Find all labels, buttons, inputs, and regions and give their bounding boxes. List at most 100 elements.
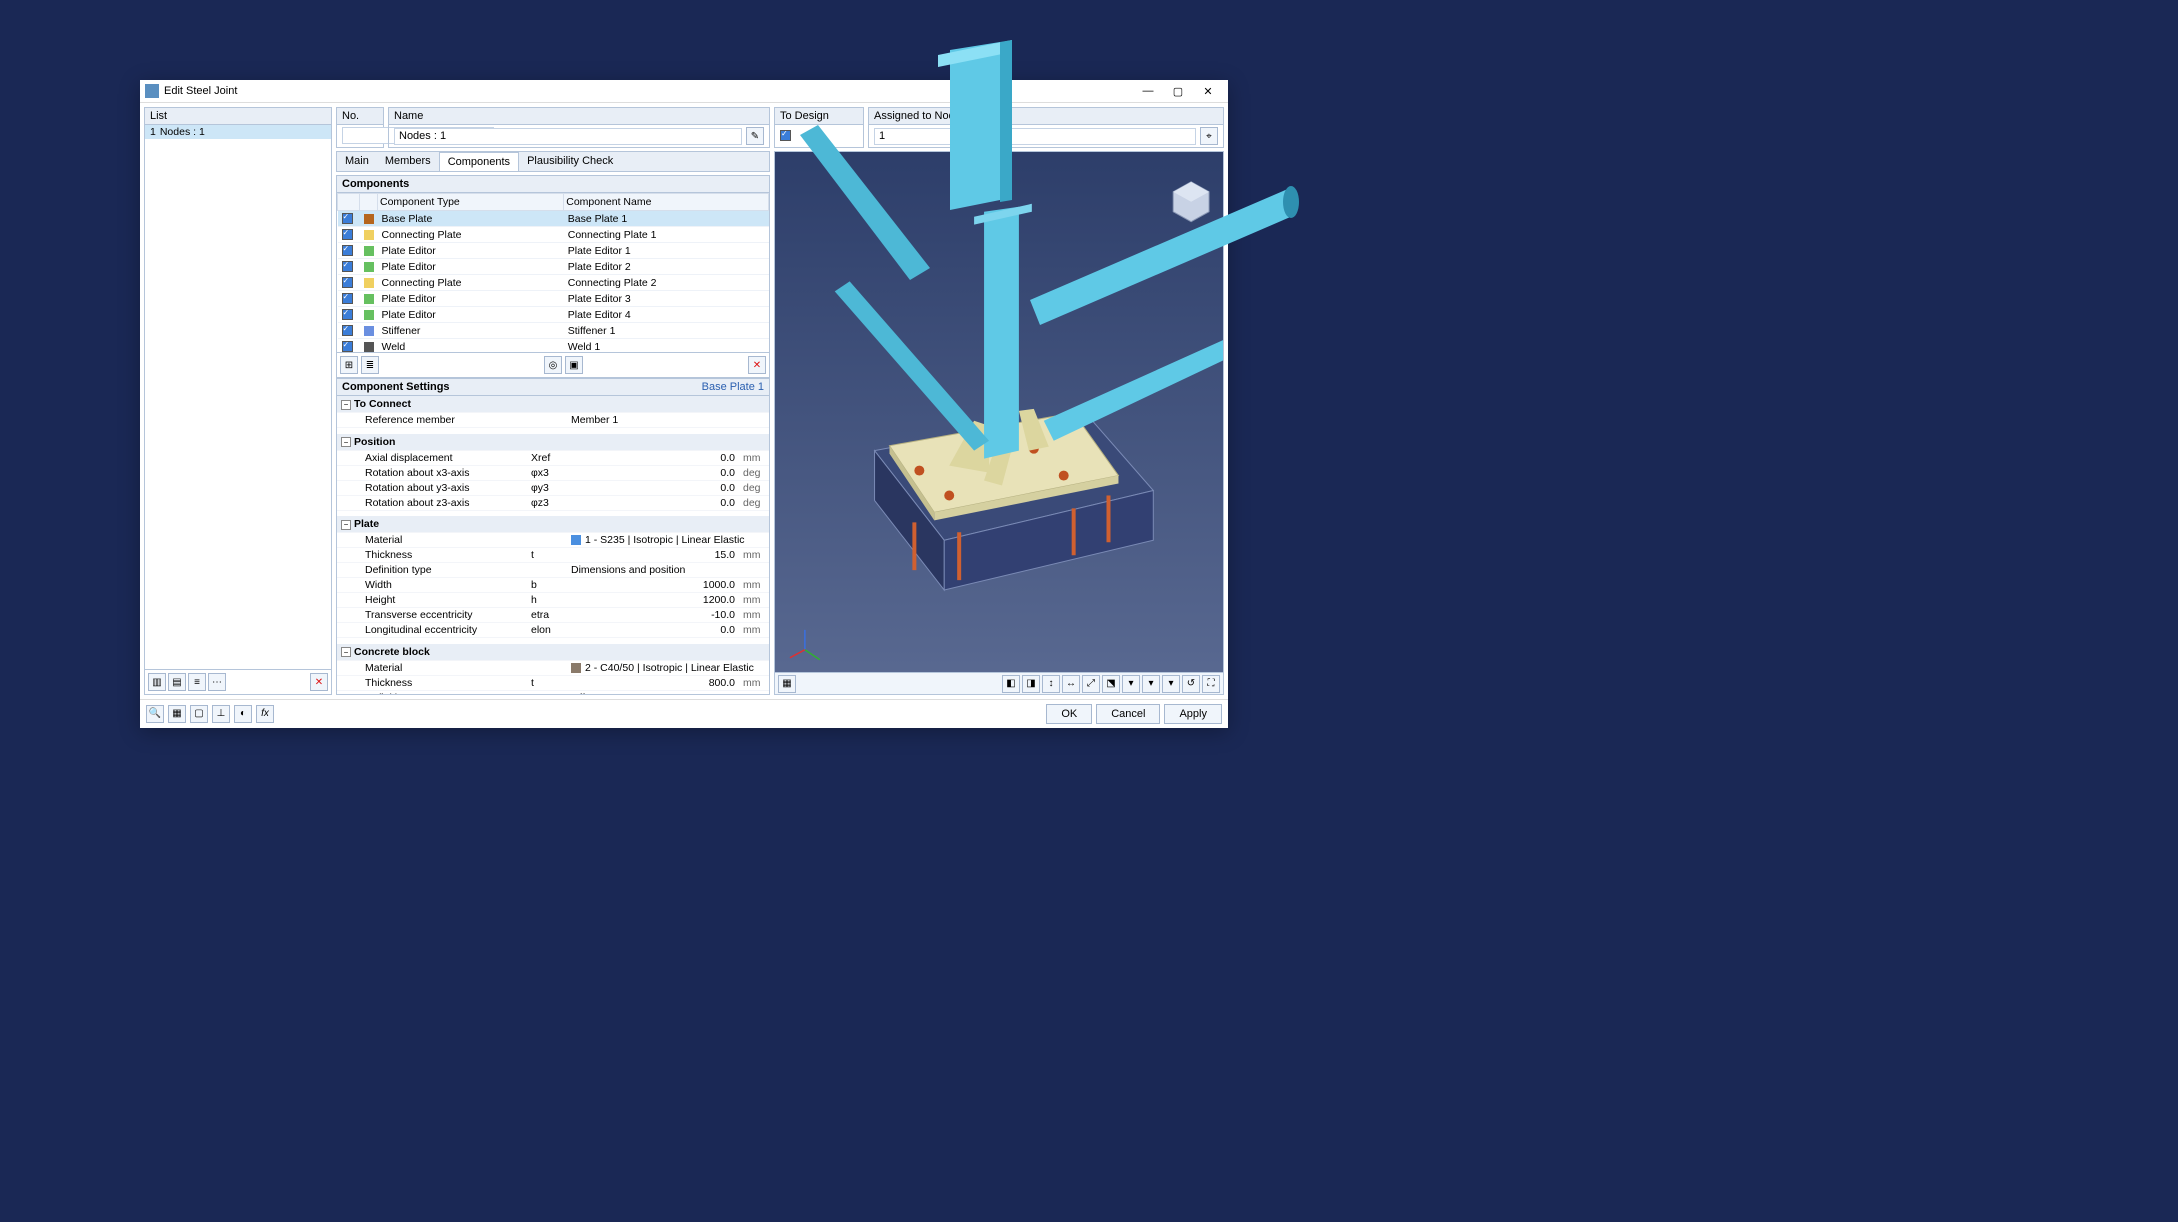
todesign-checkbox[interactable]	[780, 130, 791, 141]
delete-icon[interactable]: ✕	[310, 673, 328, 691]
color-swatch	[364, 326, 374, 336]
row-checkbox[interactable]	[342, 325, 353, 336]
comp-type: Plate Editor	[378, 291, 564, 307]
vp-xy-icon[interactable]: ↕	[1042, 675, 1060, 693]
param-symbol: φy3	[527, 480, 567, 495]
tab-plausibility[interactable]: Plausibility Check	[519, 152, 621, 171]
vp-isolate-icon[interactable]: ▦	[778, 675, 796, 693]
cancel-button[interactable]: Cancel	[1096, 704, 1160, 724]
row-checkbox[interactable]	[342, 245, 353, 256]
component-row[interactable]: Plate EditorPlate Editor 4	[338, 307, 769, 323]
param-value[interactable]: 1200.0	[567, 593, 739, 608]
collapse-icon[interactable]: −	[341, 647, 351, 657]
param-label: Height	[337, 593, 527, 608]
foot-zoom-icon[interactable]: 🔍	[146, 705, 164, 723]
close-button[interactable]: ✕	[1193, 85, 1223, 98]
param-value[interactable]: 0.0	[567, 623, 739, 638]
tab-members[interactable]: Members	[377, 152, 439, 171]
param-value[interactable]: 0.0	[567, 480, 739, 495]
param-value[interactable]: Member 1	[567, 413, 769, 428]
row-checkbox[interactable]	[342, 213, 353, 224]
vp-xz-icon[interactable]: ↔	[1062, 675, 1080, 693]
param-value[interactable]: 0.0	[567, 450, 739, 465]
pick-node-icon[interactable]: ⌖	[1200, 127, 1218, 145]
component-row[interactable]: Plate EditorPlate Editor 3	[338, 291, 769, 307]
row-checkbox[interactable]	[342, 293, 353, 304]
comp-lib-icon[interactable]: ≣	[361, 356, 379, 374]
list-item[interactable]: 1 Nodes : 1	[145, 125, 331, 139]
comp-add-icon[interactable]: ⊞	[340, 356, 358, 374]
vp-layer-icon[interactable]: ▾	[1142, 675, 1160, 693]
vp-reset-icon[interactable]: ↺	[1182, 675, 1200, 693]
apply-button[interactable]: Apply	[1164, 704, 1222, 724]
component-row[interactable]: Connecting PlateConnecting Plate 1	[338, 227, 769, 243]
param-value[interactable]: Dimensions and position	[567, 563, 769, 578]
vp-iso-icon[interactable]: ⬔	[1102, 675, 1120, 693]
param-symbol: φx3	[527, 465, 567, 480]
minimize-button[interactable]: —	[1133, 85, 1163, 97]
row-checkbox[interactable]	[342, 229, 353, 240]
color-swatch	[364, 262, 374, 272]
param-value[interactable]: 1 - S235 | Isotropic | Linear Elastic	[567, 533, 769, 548]
param-value[interactable]: 0.0	[567, 495, 739, 510]
3d-viewport[interactable]: ▦ ◧ ◨ ↕ ↔ ⤢ ⬔ ▾ ▾ ▾ ↺ ⛶	[774, 151, 1224, 695]
foot-member-icon[interactable]: ⊥	[212, 705, 230, 723]
comp-delete-icon[interactable]: ✕	[748, 356, 766, 374]
param-value[interactable]: Offsets	[567, 690, 769, 694]
app-icon	[145, 84, 159, 98]
foot-grid-icon[interactable]: ▦	[168, 705, 186, 723]
param-value[interactable]: 800.0	[567, 675, 739, 690]
param-value[interactable]: 2 - C40/50 | Isotropic | Linear Elastic	[567, 660, 769, 675]
name-input[interactable]	[394, 128, 742, 145]
component-row[interactable]: WeldWeld 1	[338, 339, 769, 354]
new-icon[interactable]: ▥	[148, 673, 166, 691]
edit-name-icon[interactable]: ✎	[746, 127, 764, 145]
component-row[interactable]: Plate EditorPlate Editor 1	[338, 243, 769, 259]
component-row[interactable]: StiffenerStiffener 1	[338, 323, 769, 339]
comp-save-icon[interactable]: ▣	[565, 356, 583, 374]
foot-snap-icon[interactable]: ▢	[190, 705, 208, 723]
copy-icon[interactable]: ▤	[168, 673, 186, 691]
collapse-icon[interactable]: −	[341, 437, 351, 447]
vp-display-icon[interactable]: ▾	[1122, 675, 1140, 693]
components-table: Component Type Component Name Base Plate…	[337, 193, 769, 353]
settings-table: −To ConnectReference memberMember 1−Posi…	[337, 396, 769, 694]
tool-icon[interactable]: ⋯	[208, 673, 226, 691]
maximize-button[interactable]: ▢	[1163, 85, 1193, 98]
tab-components[interactable]: Components	[439, 152, 519, 171]
param-symbol	[527, 563, 567, 578]
sort-icon[interactable]: ≡	[188, 673, 206, 691]
row-checkbox[interactable]	[342, 261, 353, 272]
foot-show-icon[interactable]: ◐	[234, 705, 252, 723]
param-value[interactable]: 15.0	[567, 548, 739, 563]
vp-b-icon[interactable]: ◨	[1022, 675, 1040, 693]
component-row[interactable]: Connecting PlateConnecting Plate 2	[338, 275, 769, 291]
comp-type: Plate Editor	[378, 243, 564, 259]
collapse-icon[interactable]: −	[341, 520, 351, 530]
foot-fx-icon[interactable]: fx	[256, 705, 274, 723]
assigned-input[interactable]	[874, 128, 1196, 145]
vp-full-icon[interactable]: ⛶	[1202, 675, 1220, 693]
color-swatch	[364, 230, 374, 240]
param-value[interactable]: 1000.0	[567, 578, 739, 593]
component-row[interactable]: Base PlateBase Plate 1	[338, 211, 769, 227]
row-checkbox[interactable]	[342, 277, 353, 288]
comp-globe-icon[interactable]: ◎	[544, 356, 562, 374]
ok-button[interactable]: OK	[1046, 704, 1092, 724]
vp-a-icon[interactable]: ◧	[1002, 675, 1020, 693]
param-label: Material	[337, 533, 527, 548]
row-checkbox[interactable]	[342, 341, 353, 352]
param-symbol	[527, 533, 567, 548]
row-checkbox[interactable]	[342, 309, 353, 320]
vp-yz-icon[interactable]: ⤢	[1082, 675, 1100, 693]
param-value[interactable]: 0.0	[567, 465, 739, 480]
titlebar: Edit Steel Joint — ▢ ✕	[140, 80, 1228, 103]
color-swatch	[364, 246, 374, 256]
param-label: Width	[337, 578, 527, 593]
param-label: Transverse eccentricity	[337, 608, 527, 623]
collapse-icon[interactable]: −	[341, 400, 351, 410]
tab-main[interactable]: Main	[337, 152, 377, 171]
vp-print-icon[interactable]: ▾	[1162, 675, 1180, 693]
param-value[interactable]: -10.0	[567, 608, 739, 623]
component-row[interactable]: Plate EditorPlate Editor 2	[338, 259, 769, 275]
